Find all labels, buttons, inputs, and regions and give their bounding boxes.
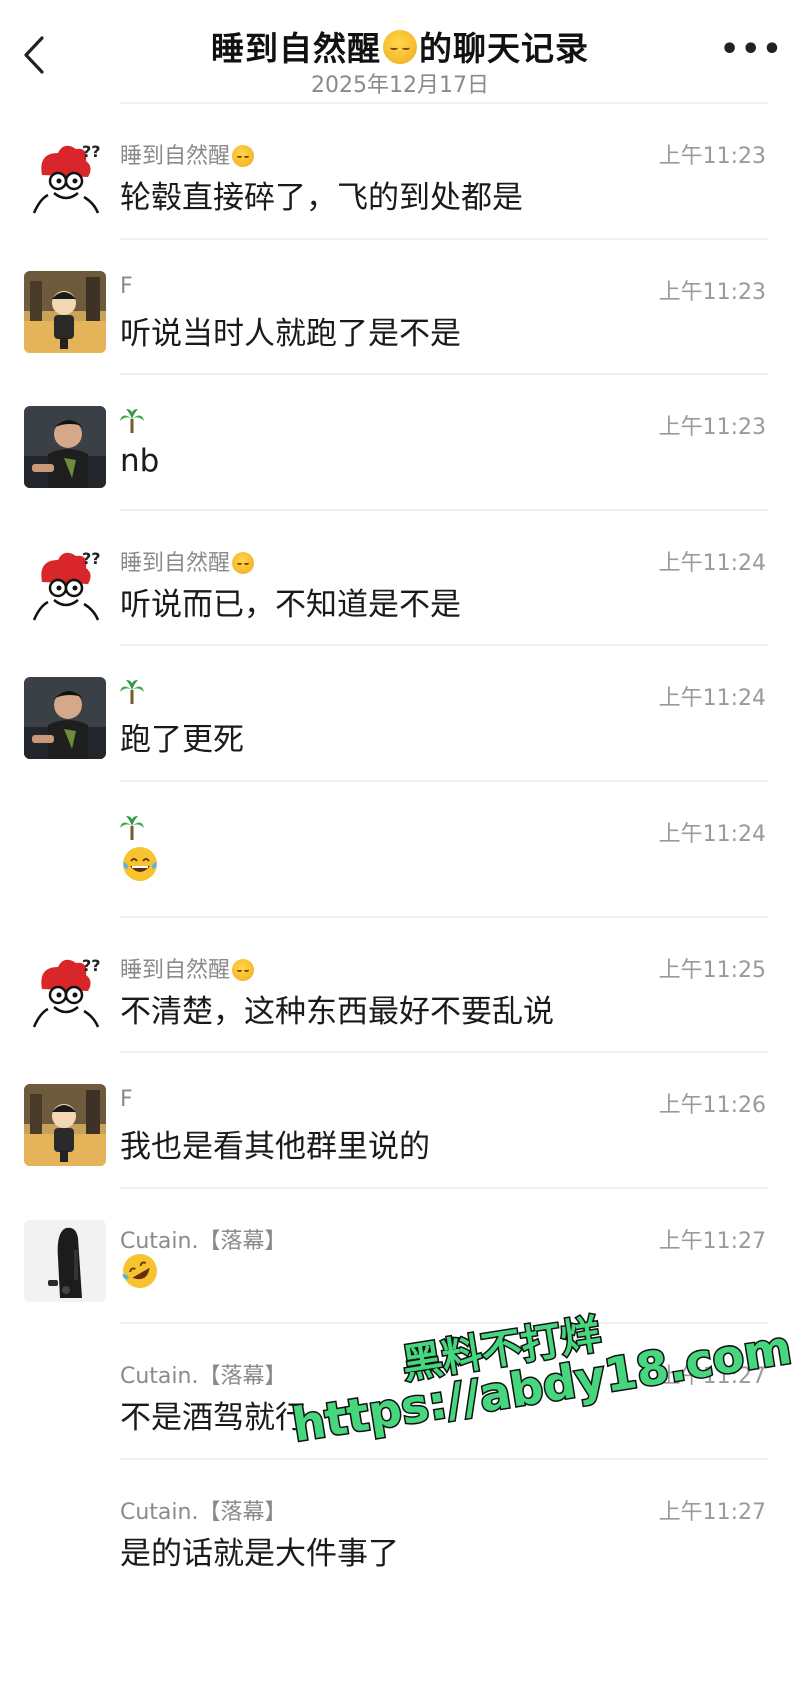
message-time: 上午11:24 <box>658 686 766 712</box>
message-row[interactable]: 上午11:24 跑了更死 <box>0 644 800 790</box>
sender-name: 睡到自然醒 <box>120 545 256 577</box>
sender-name-text: F <box>120 273 133 299</box>
sleeping-face-emoji <box>232 551 255 574</box>
person-photo-avatar[interactable] <box>24 406 106 489</box>
message-divider <box>120 1051 768 1054</box>
person-photo-avatar[interactable] <box>24 677 106 760</box>
message-text[interactable]: 跑了更死 <box>120 714 244 759</box>
sender-name <box>120 816 144 844</box>
more-dots-icon: ••• <box>720 32 784 67</box>
message-divider <box>120 1322 768 1325</box>
message-text[interactable]: 听说当时人就跑了是不是 <box>120 308 461 353</box>
sender-name: 睡到自然醒 <box>120 952 256 984</box>
message-divider <box>120 102 768 104</box>
svg-text:??: ?? <box>82 549 101 568</box>
sender-name: Cutain.【落幕】 <box>120 1358 286 1390</box>
message-time: 上午11:26 <box>658 1093 766 1119</box>
cartoon-character-avatar[interactable] <box>24 1084 106 1167</box>
header-bar: 睡到自然醒 的聊天记录 2025年12月17日 ••• <box>0 0 800 110</box>
sender-name-text: Cutain.【落幕】 <box>120 1364 287 1390</box>
message-text[interactable]: 轮毂直接碎了，飞的到处都是 <box>120 172 523 217</box>
sleeping-face-emoji <box>232 958 255 981</box>
sender-name: F <box>120 274 133 299</box>
message-time: 上午11:23 <box>658 279 766 305</box>
sender-name-text: 睡到自然醒 <box>120 550 231 576</box>
message-time: 上午11:27 <box>658 1364 766 1390</box>
dark-figure-photo-avatar[interactable] <box>24 1219 106 1302</box>
title-suffix: 的聊天记录 <box>419 29 589 68</box>
sender-name: F <box>120 1087 133 1112</box>
message-text[interactable]: 我也是看其他群里说的 <box>120 1121 430 1166</box>
message-row[interactable]: Cutain.【落幕】 上午11:27 是的话就是大件事了 <box>0 1458 800 1604</box>
message-row[interactable]: ?? 睡到自然醒 上午11:23 轮毂直接碎了，飞的到处都是 <box>0 102 800 248</box>
message-time: 上午11:27 <box>658 1500 766 1525</box>
sender-name <box>120 680 144 708</box>
message-row[interactable]: F 上午11:23 听说当时人就跑了是不是 <box>0 237 800 384</box>
message-time: 上午11:23 <box>658 144 766 169</box>
message-text[interactable] <box>120 844 160 884</box>
rolling-laughing-emoji <box>122 1253 157 1288</box>
laughing-tears-emoji <box>123 847 157 881</box>
message-time: 上午11:24 <box>658 822 766 847</box>
svg-text:??: ?? <box>82 142 101 161</box>
message-time: 上午11:24 <box>658 550 766 576</box>
message-divider <box>120 915 768 918</box>
rooster-cartoon-avatar[interactable]: ?? <box>24 541 106 624</box>
cartoon-character-avatar[interactable] <box>24 270 106 353</box>
message-row[interactable]: Cutain.【落幕】 上午11:27 <box>0 1186 800 1333</box>
message-text[interactable]: 是的话就是大件事了 <box>120 1528 399 1573</box>
message-row[interactable]: 上午11:23 nb <box>0 373 800 519</box>
message-time: 上午11:23 <box>658 415 766 441</box>
message-divider <box>120 237 768 240</box>
more-button[interactable]: ••• <box>720 35 782 70</box>
sender-name-text: 睡到自然醒 <box>120 957 231 983</box>
message-row[interactable]: Cutain.【落幕】 上午11:27 不是酒驾就行 <box>0 1322 800 1468</box>
message-time: 上午11:25 <box>658 957 766 983</box>
sender-name-text: Cutain.【落幕】 <box>120 1500 287 1525</box>
rooster-cartoon-avatar[interactable]: ?? <box>24 948 106 1031</box>
sender-name: 睡到自然醒 <box>120 138 256 170</box>
message-text[interactable] <box>120 1251 160 1291</box>
sender-name <box>120 409 144 437</box>
sender-name: Cutain.【落幕】 <box>120 1494 286 1526</box>
palm-tree-emoji <box>120 680 144 705</box>
message-row[interactable]: ?? 睡到自然醒 上午11:25 不清楚，这种东西最好不要乱说 <box>0 915 800 1062</box>
sender-name-text: F <box>120 1087 133 1113</box>
message-row[interactable]: F 上午11:26 我也是看其他群里说的 <box>0 1051 800 1197</box>
message-divider <box>120 1186 768 1189</box>
page-subtitle-date: 2025年12月17日 <box>311 73 489 98</box>
message-time: 上午11:27 <box>658 1228 766 1254</box>
chat-history-page: 睡到自然醒 的聊天记录 2025年12月17日 ••• ?? 睡到自然醒 上午11:2… <box>0 0 800 1690</box>
message-row[interactable]: 上午11:24 <box>0 780 800 926</box>
sender-name-text: 睡到自然醒 <box>120 144 231 169</box>
palm-tree-emoji <box>120 816 144 840</box>
title-prefix: 睡到自然醒 <box>211 29 381 68</box>
sleeping-face-emoji <box>232 145 255 167</box>
message-divider <box>120 644 768 647</box>
message-text[interactable]: 不清楚，这种东西最好不要乱说 <box>120 986 554 1031</box>
rooster-cartoon-avatar[interactable]: ?? <box>24 135 106 217</box>
message-text[interactable]: 听说而已，不知道是不是 <box>120 579 461 624</box>
message-divider <box>120 373 768 376</box>
page-title: 睡到自然醒 的聊天记录 <box>0 22 800 70</box>
sleeping-face-emoji <box>383 30 417 64</box>
message-divider <box>120 780 768 782</box>
svg-text:??: ?? <box>82 956 101 975</box>
message-divider <box>120 508 768 511</box>
message-text[interactable]: 不是酒驾就行 <box>120 1392 306 1437</box>
message-text[interactable]: nb <box>120 443 159 479</box>
palm-tree-emoji <box>120 409 144 434</box>
message-divider <box>120 1458 768 1460</box>
message-row[interactable]: ?? 睡到自然醒 上午11:24 听说而已，不知道是不是 <box>0 508 800 655</box>
